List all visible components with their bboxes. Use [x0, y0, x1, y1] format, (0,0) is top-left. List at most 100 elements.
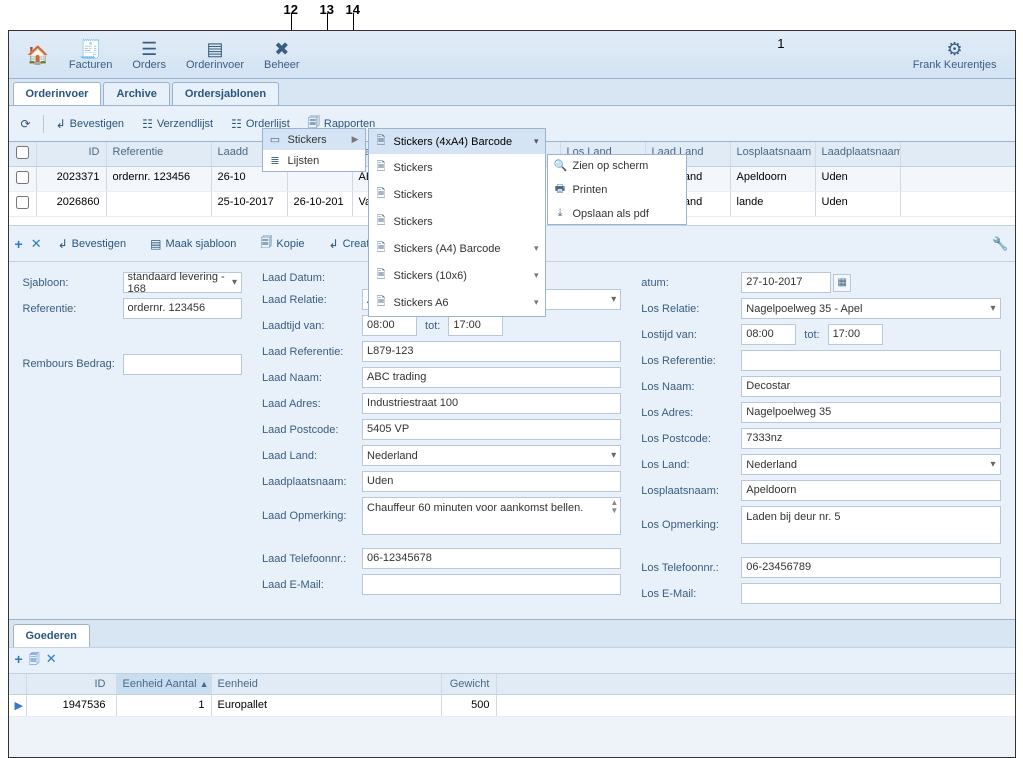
laad-pc-input[interactable]: 5405 VP: [362, 419, 621, 440]
goods-header-id[interactable]: ID: [27, 674, 117, 694]
los-opm-label: Los Opmerking:: [641, 519, 741, 531]
los-relatie-select[interactable]: Nagelpoelweg 35 - Apel▾: [741, 298, 1000, 319]
submenu-a6[interactable]: 🗎Stickers A6▾: [369, 289, 545, 316]
add-button[interactable]: +: [15, 236, 23, 252]
maak-sjabloon-button[interactable]: ▤Maak sjabloon: [142, 233, 244, 255]
losplaats-label: Losplaatsnaam:: [641, 485, 741, 497]
kopie-button[interactable]: 🗐Kopie: [252, 229, 312, 258]
submenu-a4barcode[interactable]: 🗎Stickers (A4) Barcode▾: [369, 235, 545, 262]
header-referentie[interactable]: Referentie: [107, 142, 212, 166]
submenu-opslaan-pdf[interactable]: ⤓Opslaan als pdf: [548, 203, 686, 224]
sjabloon-select[interactable]: standaard levering - 168▾: [123, 272, 243, 293]
doc-icon: 🗎: [375, 158, 388, 177]
submenu-10x6[interactable]: 🗎Stickers (10x6)▾: [369, 262, 545, 289]
laad-email-input[interactable]: [362, 574, 621, 595]
lostijd-van-input[interactable]: 08:00: [741, 324, 796, 345]
submenu-printen[interactable]: 🖶Printen: [548, 176, 686, 203]
los-naam-input[interactable]: Decostar: [741, 376, 1000, 397]
goods-header-eenheid[interactable]: Eenheid: [212, 674, 442, 694]
los-land-select[interactable]: Nederland▾: [741, 454, 1000, 475]
header-id[interactable]: ID: [37, 142, 107, 166]
tab-orderinvoer[interactable]: Orderinvoer: [13, 82, 102, 105]
laad-naam-input[interactable]: ABC trading: [362, 367, 621, 388]
los-ref-label: Los Referentie:: [641, 355, 741, 367]
tab-goederen[interactable]: Goederen: [13, 624, 90, 647]
los-datum-input[interactable]: 27-10-2017: [741, 272, 831, 293]
search-icon: 🔍: [554, 159, 567, 172]
row-checkbox[interactable]: [16, 171, 29, 184]
orderinvoer-button[interactable]: ▤Orderinvoer: [176, 37, 254, 73]
laad-ref-input[interactable]: L879-123: [362, 341, 621, 362]
submenu-stickers-3[interactable]: 🗎Stickers: [369, 208, 545, 235]
header-laadplaats[interactable]: Laadplaatsnaam: [816, 142, 901, 166]
goods-header-gewicht[interactable]: Gewicht: [442, 674, 497, 694]
los-tel-input[interactable]: 06-23456789: [741, 557, 1000, 578]
delete-button[interactable]: ✕: [31, 236, 42, 252]
submenu-zien[interactable]: 🔍Zien op scherm: [548, 155, 686, 176]
doc-icon: 🗎: [375, 185, 388, 204]
laadtijd-van-input[interactable]: 08:00: [362, 315, 417, 336]
los-adres-label: Los Adres:: [641, 407, 741, 419]
header-checkbox[interactable]: [9, 142, 37, 166]
laad-ref-label: Laad Referentie:: [262, 346, 362, 358]
goods-grid-empty: [9, 717, 1015, 757]
verzendlijst-button[interactable]: ☷Verzendlijst: [134, 113, 221, 135]
calendar-icon[interactable]: ▦: [833, 274, 851, 292]
settings-icon[interactable]: 🔧: [992, 236, 1008, 252]
sendlist-icon: ☷: [142, 117, 153, 131]
row-pointer-icon: ▶: [9, 695, 27, 716]
laad-tel-label: Laad Telefoonnr.:: [262, 553, 362, 565]
submenu-head-4xa4[interactable]: 🗎Stickers (4xA4) Barcode▾: [369, 129, 545, 154]
row-checkbox[interactable]: [16, 196, 29, 209]
list-icon: ☰: [141, 39, 157, 59]
tab-ordersjablonen[interactable]: Ordersjablonen: [172, 82, 279, 105]
header-losplaats[interactable]: Losplaatsnaam: [731, 142, 816, 166]
menu-stickers[interactable]: ▭Stickers▶: [263, 129, 365, 150]
tab-archive[interactable]: Archive: [103, 82, 169, 105]
orders-button[interactable]: ☰Orders: [122, 37, 176, 73]
bevestigen-button[interactable]: ↲Bevestigen: [48, 113, 133, 135]
chevron-down-icon: ▾: [534, 297, 539, 308]
laad-land-select[interactable]: Nederland▾: [362, 445, 621, 466]
goods-delete-button[interactable]: ✕: [46, 651, 57, 670]
doc-icon: 🗎: [375, 212, 388, 231]
laad-land-label: Laad Land:: [262, 450, 362, 462]
laad-opm-textarea[interactable]: Chauffeur 60 minuten voor aankomst belle…: [362, 497, 621, 535]
los-adres-input[interactable]: Nagelpoelweg 35: [741, 402, 1000, 423]
orderlist-icon: ☷: [231, 117, 242, 131]
laad-adres-label: Laad Adres:: [262, 398, 362, 410]
goods-copy-button[interactable]: 🗐: [29, 651, 40, 670]
goods-grid-header: ID Eenheid Aantal ▲ Eenheid Gewicht: [9, 674, 1015, 695]
laadplaats-input[interactable]: Uden: [362, 471, 621, 492]
losplaats-input[interactable]: Apeldoorn: [741, 480, 1000, 501]
beheer-button[interactable]: ✖Beheer: [254, 37, 309, 73]
home-button[interactable]: 🏠: [17, 43, 59, 67]
user-menu[interactable]: ⚙Frank Keurentjes: [903, 37, 1007, 73]
rembours-input[interactable]: [123, 354, 243, 375]
refresh-icon: ⟳: [21, 117, 31, 131]
submenu-stickers-2[interactable]: 🗎Stickers: [369, 181, 545, 208]
facturen-button[interactable]: 🧾Facturen: [59, 37, 122, 73]
form-icon: ▤: [207, 39, 224, 59]
gear-icon: ⚙: [947, 39, 963, 59]
goods-add-button[interactable]: +: [15, 651, 23, 670]
referentie-input[interactable]: ordernr. 123456: [123, 298, 243, 319]
laad-adres-input[interactable]: Industriestraat 100: [362, 393, 621, 414]
referentie-label: Referentie:: [23, 303, 123, 315]
menu-lijsten[interactable]: ≣Lijsten: [263, 150, 365, 171]
lostijd-tot-input[interactable]: 17:00: [828, 324, 883, 345]
rembours-label: Rembours Bedrag:: [23, 357, 123, 371]
bevestigen-detail-button[interactable]: ↲Bevestigen: [50, 233, 135, 255]
los-opm-textarea[interactable]: Laden bij deur nr. 5: [741, 506, 1000, 544]
laadtijd-tot-input[interactable]: 17:00: [448, 315, 503, 336]
refresh-button[interactable]: ⟳: [13, 113, 39, 135]
confirm-icon: ↲: [56, 117, 66, 131]
los-email-input[interactable]: [741, 583, 1000, 604]
los-ref-input[interactable]: [741, 350, 1000, 371]
laad-relatie-label: Laad Relatie:: [262, 294, 362, 306]
submenu-stickers-1[interactable]: 🗎Stickers: [369, 154, 545, 181]
los-pc-input[interactable]: 7333nz: [741, 428, 1000, 449]
laad-tel-input[interactable]: 06-12345678: [362, 548, 621, 569]
goods-header-aantal[interactable]: Eenheid Aantal ▲: [117, 674, 212, 694]
goods-row[interactable]: ▶ 1947536 1 Europallet 500: [9, 695, 1015, 717]
